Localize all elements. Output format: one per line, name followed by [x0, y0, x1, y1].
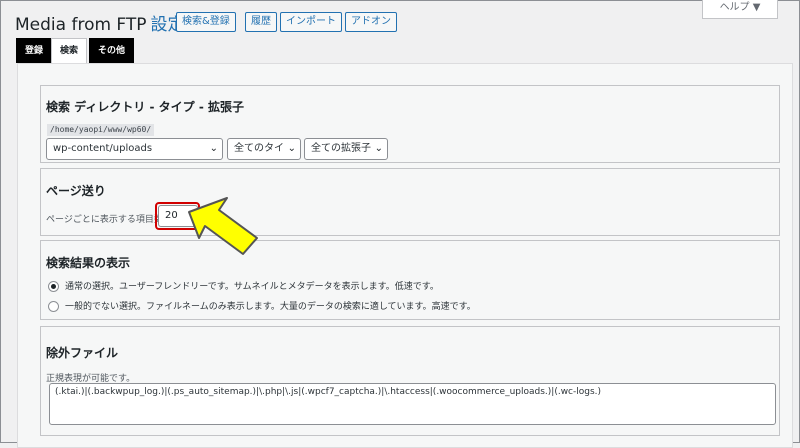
tab-other[interactable]: その他 — [89, 38, 135, 63]
radio-label: 通常の選択。ユーザーフレンドリーです。サムネイルとメタデータを表示します。低速で… — [65, 282, 439, 292]
addon-button[interactable]: アドオン — [345, 12, 397, 32]
items-per-page-label: ページごとに表示する項目数 — [46, 215, 163, 225]
paging-section: ページ送り ページごとに表示する項目数 20 — [40, 168, 780, 236]
plugin-name: Media from FTP — [15, 15, 147, 35]
chevron-down-icon: ⌄ — [209, 143, 218, 154]
radio-label: 一般的でない選択。ファイルネームのみ表示します。大量のデータの検索に適しています… — [65, 302, 476, 312]
directory-select-value: wp-content/uploads — [53, 143, 153, 154]
radio-unchecked-icon[interactable] — [48, 301, 59, 312]
extension-select-value: 全ての拡張子 — [311, 143, 371, 154]
chevron-down-icon: ⌄ — [287, 143, 296, 154]
directory-select[interactable]: wp-content/uploads ⌄ — [46, 138, 223, 160]
exclude-files-section: 除外ファイル 正規表現が可能です。 (.ktai.)|(.backwpup_lo… — [40, 326, 780, 436]
paging-title: ページ送り — [46, 184, 106, 198]
history-button[interactable]: 履歴 — [245, 12, 277, 32]
type-select[interactable]: 全てのタイ ⌄ — [227, 138, 301, 160]
radio-option-normal[interactable]: 通常の選択。ユーザーフレンドリーです。サムネイルとメタデータを表示します。低速で… — [48, 279, 439, 292]
search-register-button[interactable]: 検索&登録 — [176, 12, 236, 32]
tab-search[interactable]: 検索 — [51, 38, 88, 64]
type-select-value: 全てのタイ — [234, 143, 284, 154]
extension-select[interactable]: 全ての拡張子 ⌄ — [304, 138, 388, 160]
base-path-label: /home/yaopi/www/wp60/ — [47, 124, 155, 136]
radio-checked-icon[interactable] — [48, 281, 59, 292]
search-directory-title: 検索 ディレクトリ - タイプ - 拡張子 — [46, 100, 245, 114]
exclude-files-title: 除外ファイル — [46, 346, 119, 360]
page-title: Media from FTP 設定 — [15, 10, 185, 35]
result-display-title: 検索結果の表示 — [46, 256, 131, 270]
help-tab[interactable]: ヘルプ ▼ — [702, 0, 778, 19]
radio-option-filename[interactable]: 一般的でない選択。ファイルネームのみ表示します。大量のデータの検索に適しています… — [48, 299, 476, 312]
exclude-pattern-textarea[interactable]: (.ktai.)|(.backwpup_log.)|(.ps_auto_site… — [49, 383, 776, 425]
chevron-down-icon: ⌄ — [374, 143, 383, 154]
search-directory-section: 検索 ディレクトリ - タイプ - 拡張子 /home/yaopi/www/wp… — [40, 85, 780, 163]
result-display-section: 検索結果の表示 通常の選択。ユーザーフレンドリーです。サムネイルとメタデータを表… — [40, 240, 780, 320]
import-button[interactable]: インポート — [280, 12, 342, 32]
pointer-arrow-icon — [188, 197, 258, 255]
tab-register[interactable]: 登録 — [16, 38, 53, 63]
